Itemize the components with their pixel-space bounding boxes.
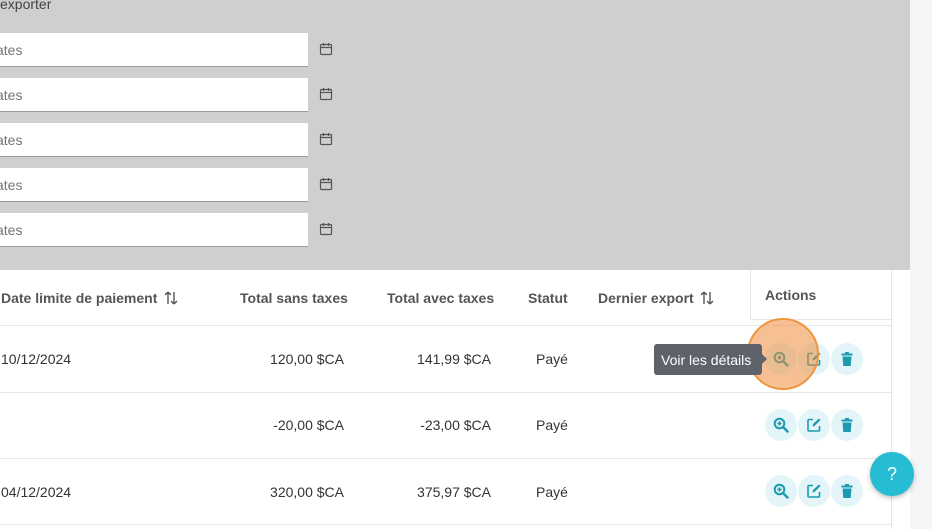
due-date-cell: 04/12/2024 [1,484,72,500]
edit-button[interactable] [798,475,830,507]
zoom-in-icon [773,417,789,433]
total-incl-cell: 375,97 $CA [417,484,491,500]
column-header-status[interactable]: Statut [528,290,568,306]
filter-panel: exporter [0,0,910,270]
total-excl-cell: -20,00 $CA [273,417,344,433]
delete-button[interactable] [831,475,863,507]
row-divider [0,458,891,459]
trash-icon [841,418,853,432]
calendar-icon[interactable] [319,177,333,191]
calendar-icon[interactable] [319,87,333,101]
date-filter-row [0,33,340,67]
date-range-input[interactable] [0,213,308,247]
date-range-input[interactable] [0,33,308,67]
status-cell: Payé [536,417,568,433]
trash-icon [841,484,853,498]
date-range-input[interactable] [0,168,308,202]
tooltip-text: Voir les détails [661,351,752,368]
total-incl-cell: -23,00 $CA [420,417,491,433]
sticky-column-divider [750,270,751,320]
trash-icon [841,352,853,366]
edit-button[interactable] [798,409,830,441]
edit-icon [807,484,821,498]
column-header-actions: Actions [765,287,817,303]
view-details-button[interactable] [765,475,797,507]
due-date-cell: 10/12/2024 [1,351,72,367]
total-excl-cell: 320,00 $CA [270,484,344,500]
column-header-total-excl[interactable]: Total sans taxes [240,290,348,306]
zoom-in-icon [773,483,789,499]
view-details-button[interactable] [765,409,797,441]
date-filter-row [0,123,340,157]
sort-icon[interactable] [699,290,715,306]
tooltip: Voir les détails [654,344,762,375]
date-filter-row [0,213,340,247]
status-cell: Payé [536,351,568,367]
help-button[interactable]: ? [870,452,914,496]
calendar-icon[interactable] [319,132,333,146]
row-divider [0,392,891,393]
row-divider [0,325,891,326]
sort-icon[interactable] [163,290,179,306]
date-filter-row [0,168,340,202]
page-edge [932,0,947,529]
export-label: exporter [0,0,52,12]
column-header-due-date[interactable]: Date limite de paiement [1,290,157,306]
column-header-last-export[interactable]: Dernier export [598,290,694,306]
column-header-total-incl[interactable]: Total avec taxes [387,290,494,306]
calendar-icon[interactable] [319,222,333,236]
date-range-input[interactable] [0,78,308,112]
help-button-label: ? [886,463,897,484]
calendar-icon[interactable] [319,42,333,56]
delete-button[interactable] [831,409,863,441]
date-range-input[interactable] [0,123,308,157]
edit-icon [807,418,821,432]
date-filter-row [0,78,340,112]
total-excl-cell: 120,00 $CA [270,351,344,367]
total-incl-cell: 141,99 $CA [417,351,491,367]
status-cell: Payé [536,484,568,500]
row-divider [0,524,891,525]
delete-button[interactable] [831,343,863,375]
tooltip-arrow [762,354,767,364]
